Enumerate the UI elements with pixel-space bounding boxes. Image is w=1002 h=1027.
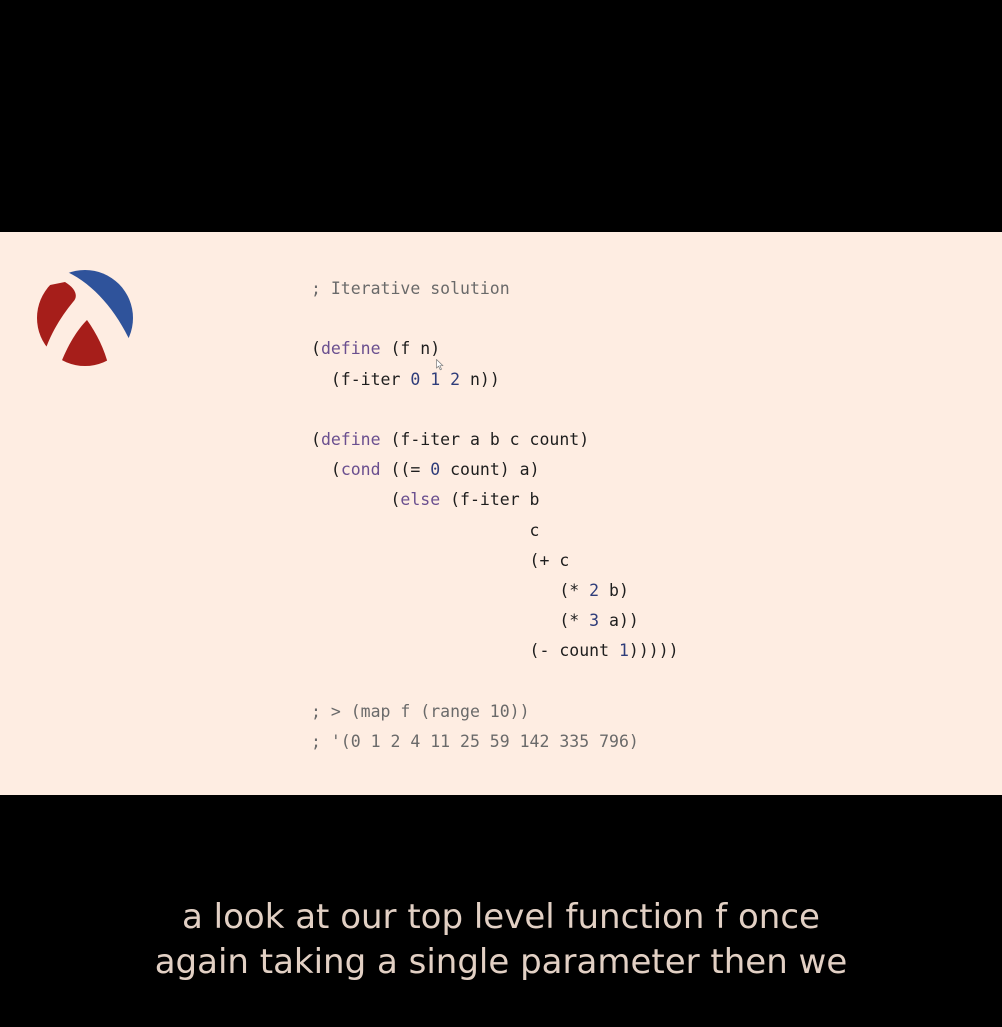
code-line: c [311, 516, 679, 546]
code-token-plain: (* [311, 580, 590, 600]
caption-line: a look at our top level function f once [182, 897, 820, 937]
code-token-plain: n)) [460, 369, 500, 389]
code-token-plain: (f-iter b [440, 490, 540, 510]
code-token-comment: ; > (map f (range 10)) [311, 701, 530, 721]
code-token-plain: count) a) [440, 460, 540, 480]
code-token-plain: ((= [380, 460, 431, 480]
code-token-plain: (f-iter a b c count) [380, 429, 590, 449]
code-token-plain: ))))) [628, 641, 679, 661]
code-line: ; Iterative solution [311, 274, 679, 304]
code-token-number: 2 [450, 369, 461, 389]
code-token-plain: ( [311, 339, 321, 359]
code-token-number: 1 [430, 369, 441, 389]
code-token-plain: ( [311, 490, 401, 510]
caption-line: again taking a single parameter then we [154, 942, 848, 982]
mouse-pointer-icon [436, 359, 444, 371]
code-token-plain: a)) [599, 611, 639, 631]
code-line: (* 3 a)) [311, 606, 679, 636]
code-token-number: 3 [589, 611, 600, 631]
subtitle-captions: a look at our top level function f once … [0, 895, 1002, 985]
code-token-plain: (+ c [311, 550, 570, 570]
code-token-plain: (f n) [380, 339, 441, 359]
code-token-keyword: define [320, 339, 381, 359]
code-token-plain: c [311, 520, 540, 540]
code-token-number: 0 [430, 460, 441, 480]
code-line: (define (f n) [311, 334, 679, 364]
code-line: (* 2 b) [311, 576, 679, 606]
code-token-number: 1 [618, 641, 629, 661]
code-token-keyword: else [400, 490, 441, 510]
code-line: (- count 1))))) [311, 636, 679, 666]
code-token-plain: (* [311, 611, 590, 631]
code-line: (define (f-iter a b c count) [311, 425, 679, 455]
code-token-comment: ; '(0 1 2 4 11 25 59 142 335 796) [311, 731, 639, 751]
code-line: (f-iter 0 1 2 n)) [311, 365, 679, 395]
code-token-keyword: define [320, 429, 381, 449]
code-line: ; > (map f (range 10)) [311, 697, 679, 727]
code-token-plain: (f-iter [311, 369, 411, 389]
code-token-comment: ; Iterative solution [311, 279, 510, 298]
code-token-number: 2 [589, 580, 600, 600]
code-block: ; Iterative solution (define (f n) (f-ite… [311, 274, 679, 757]
code-token-number: 0 [410, 369, 421, 389]
code-token-keyword: cond [340, 460, 381, 480]
code-token-plain: ( [311, 460, 341, 480]
racket-logo-icon [37, 270, 133, 366]
code-token-plain: ( [311, 429, 321, 449]
code-line: (cond ((= 0 count) a) [311, 455, 679, 485]
code-line: (else (f-iter b [311, 485, 679, 515]
code-token-plain: (- count [311, 641, 619, 661]
code-token-plain: b) [599, 580, 629, 600]
code-line: ; '(0 1 2 4 11 25 59 142 335 796) [311, 727, 679, 757]
code-line: (+ c [311, 546, 679, 576]
